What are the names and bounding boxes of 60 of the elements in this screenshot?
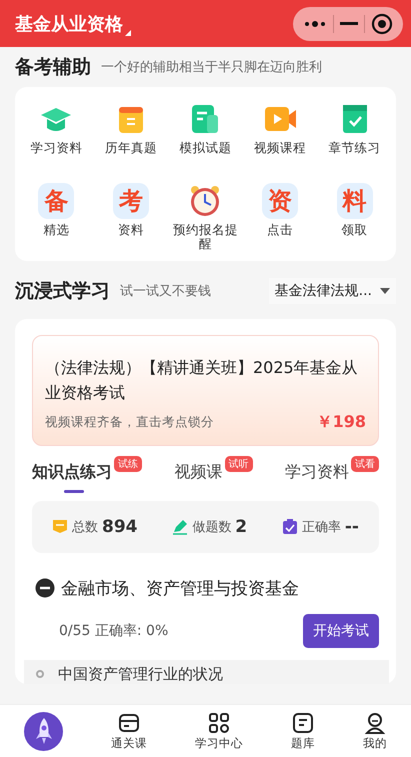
collapse-icon[interactable] [35,578,55,598]
item-label: 历年真题 [104,141,157,155]
item-label: 预约报名提醒 [172,223,239,250]
tab[interactable]: 视频课 试听 [174,456,252,493]
stat-value: 2 [235,516,248,537]
glyph-icon: 考 [112,183,149,219]
item-label: 模拟试题 [179,141,232,155]
course-title: （法律法规）【精讲通关班】2025年基金从业资格考试 [45,357,359,404]
progress-text: 0/55 正确率: 0% [59,622,168,640]
list-icon [292,712,314,734]
course-card[interactable]: （法律法规）【精讲通关班】2025年基金从业资格考试 视频课程齐备，直击考点锁分 ￥198 [32,335,379,446]
section-title: 备考辅助 [15,55,91,80]
course-description: 视频课程齐备，直击考点锁分 [45,414,214,431]
glyph-icon: 备 [38,183,74,219]
glyph-icon: 料 [336,183,373,219]
pencil-icon [172,518,188,535]
item-label: 精选 [43,223,70,237]
app-title: 基金从业资格 [15,14,123,34]
close-icon [371,12,393,34]
stat-value: -- [344,516,359,537]
section-subtitle: 试一试又不要钱 [120,283,211,300]
nav-tab[interactable]: 题库 [291,712,315,750]
price: ￥198 [316,412,366,433]
item-label: 点击 [267,223,294,237]
glyph-icon: 资 [262,183,298,219]
user-icon [364,712,386,734]
tag: 试听 [224,456,252,472]
stat-value: 894 [102,516,138,537]
card-icon [118,712,140,734]
tab[interactable]: 学习资料 试看 [285,456,379,493]
corner-icon [125,30,131,36]
caret-icon [380,288,390,294]
stat-label: 正确率 [302,518,341,536]
nav-tab[interactable]: 我的 [363,712,387,750]
item-label: 章节练习 [328,141,381,155]
more-icon [303,18,327,28]
tab[interactable]: 知识点练习 试练 [32,456,142,493]
grid-icon [208,712,230,734]
item-label: 学习资料 [30,141,82,155]
dropdown[interactable]: 基金法律法规... [268,278,396,304]
subsection-title: 中国资产管理行业的状况 [58,664,223,683]
item-label: 资料 [118,223,144,237]
bullet-icon [36,670,44,678]
minimize-icon [340,22,358,26]
nav-tab[interactable]: 通关课 [111,712,147,750]
item-label: 视频课程 [254,141,306,155]
stat-label: 做题数 [192,518,232,536]
item-label: 领取 [342,223,368,237]
tag: 试看 [351,456,379,472]
section-subtitle: 一个好的辅助相当于半只脚在迈向胜利 [101,59,322,76]
chapter-title: 金融市场、资产管理与投资基金 [61,578,299,600]
section-title: 沉浸式学习 [15,279,110,304]
subsection-row[interactable]: 中国资产管理行业的状况 [24,660,389,684]
flag-icon [52,518,68,535]
stat-label: 总数 [72,518,98,536]
start-exam-button[interactable]: 开始考试 [303,614,379,648]
nav-tab[interactable]: 学习中心 [195,712,243,750]
tag: 试练 [114,456,142,472]
rocket-button[interactable] [24,712,63,750]
clipboard-icon [282,518,298,535]
